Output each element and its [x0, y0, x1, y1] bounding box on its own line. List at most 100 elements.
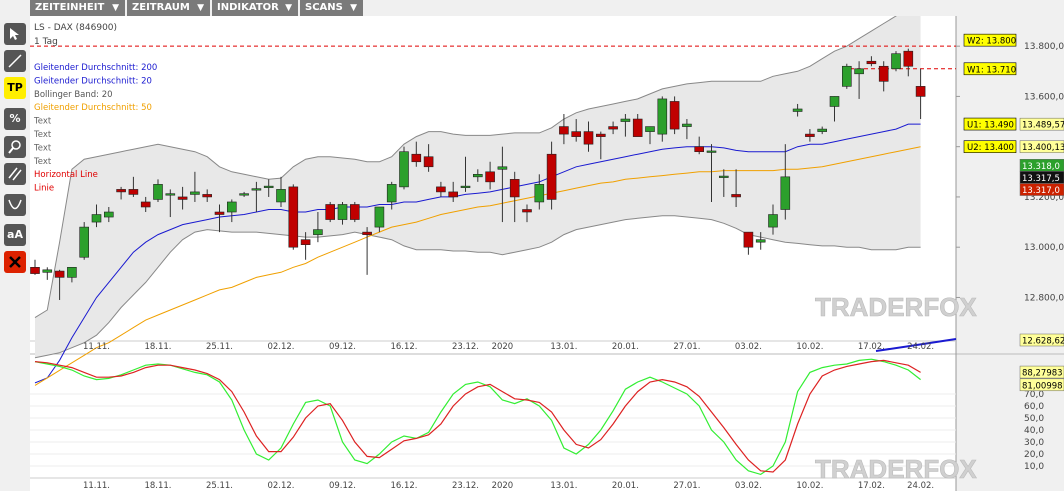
x-axis-label: 11.11.: [83, 481, 110, 491]
candle-body: [669, 101, 680, 130]
candle: [288, 184, 299, 250]
level-tag-text: W1: 13.710: [967, 65, 1016, 75]
axis-value-tag: 13.317,0: [1019, 183, 1064, 196]
candle-body: [817, 128, 828, 132]
x-axis-label: 02.12.: [267, 342, 294, 352]
magnifier-icon: [8, 140, 21, 154]
level-tag[interactable]: W2: 13.800: [963, 33, 1017, 47]
trendline-tool[interactable]: [4, 50, 26, 72]
candle-body: [239, 193, 249, 196]
x-axis-label: 27.01.: [673, 342, 700, 352]
candle: [399, 146, 409, 190]
candle-body: [374, 206, 385, 228]
candle-body: [559, 126, 569, 135]
legend-item[interactable]: Gleitender Durchschnitt: 200: [34, 63, 157, 73]
zoom-tool[interactable]: [4, 136, 26, 158]
osc-tick-label: 60,0: [1024, 402, 1044, 412]
x-axis-label: 20.01.: [612, 342, 639, 352]
candle-body: [362, 231, 372, 235]
candle-body: [829, 96, 840, 107]
axis-value-tag-text: 12.628,62: [1022, 337, 1064, 347]
axis-value-tags: 13.489,57 13.400,13 13.318,0 13.317,5 13.317…: [1019, 117, 1064, 391]
candle-body: [214, 211, 225, 215]
menu-scans[interactable]: SCANS ▼: [300, 0, 364, 16]
candle-body: [276, 189, 286, 203]
candle-body: [104, 211, 114, 218]
dropdown-arrow-icon: ▼: [350, 3, 357, 13]
oscillator-axis-ticks: 70,0 60,0 50,0 40,0 30,0 20,0 10,0: [1024, 390, 1044, 472]
cursor-tool[interactable]: [4, 23, 26, 45]
candle-body: [349, 204, 360, 220]
candle-body: [313, 229, 323, 235]
x-axis-label: 13.01.: [550, 342, 577, 352]
candle-body: [891, 53, 901, 70]
legend-item[interactable]: Text: [33, 143, 52, 153]
x-axis-label: 03.02.: [735, 342, 762, 352]
legend-item[interactable]: Text: [33, 130, 52, 140]
text-size-tool-label: aA: [7, 228, 23, 241]
level-tag[interactable]: W1: 13.710: [963, 62, 1017, 76]
text-size-tool[interactable]: aA: [4, 224, 26, 246]
main-x-axis-labels: 11.11. 18.11. 25.11. 02.12. 09.12. 16.12. 23.1…: [83, 342, 934, 352]
candle-body: [460, 185, 471, 188]
candle: [841, 63, 852, 89]
candle-body: [337, 204, 348, 220]
legend-item[interactable]: Gleitender Durchschnitt: 20: [34, 76, 152, 86]
level-tag-text: W2: 13.800: [967, 37, 1016, 47]
x-axis-label: 2020: [492, 342, 514, 352]
candle-body: [263, 185, 274, 188]
x-axis-label: 23.12.: [452, 481, 479, 491]
legend-item[interactable]: Text: [33, 157, 52, 167]
axis-value-tag: 13.317,5: [1019, 171, 1064, 184]
candle-body: [116, 189, 126, 193]
tp-tool[interactable]: TP: [4, 77, 26, 99]
arc-tool[interactable]: [4, 194, 26, 216]
legend-item[interactable]: Gleitender Durchschnitt: 50: [34, 103, 152, 113]
percent-tool[interactable]: %: [4, 108, 26, 130]
level-tag[interactable]: U1: 13.490: [963, 117, 1017, 131]
candle-body: [190, 191, 200, 195]
legend-item[interactable]: Text: [33, 117, 52, 127]
price-tick-label: 13.000,0: [1024, 243, 1064, 253]
delete-tool[interactable]: [4, 251, 26, 273]
legend-item[interactable]: Horizontal Line: [34, 170, 98, 180]
level-tags: W2: 13.800 W1: 13.710 U1: 13.490 U2: 13.400: [963, 33, 1017, 154]
axis-value-tag: 12.628,62: [1019, 333, 1064, 347]
candle-body: [202, 194, 212, 198]
menu-zeitraum[interactable]: ZEITRAUM ▼: [127, 0, 211, 16]
x-axis-label: 10.02.: [796, 342, 823, 352]
x-axis-label: 25.11.: [206, 342, 233, 352]
x-axis-label: 2020: [492, 481, 514, 491]
x-axis-label: 25.11.: [206, 481, 233, 491]
watermark-logo: TRADERFOX: [815, 292, 977, 322]
candle-body: [743, 231, 754, 248]
menu-zeiteinheit[interactable]: ZEITEINHEIT ▼: [30, 0, 126, 16]
chart-area[interactable]: TRADERFOX TRADERFOX 13.800,0 13.600,0 13.4…: [30, 16, 1064, 491]
arc-icon: [8, 199, 22, 210]
osc-tick-label: 70,0: [1024, 390, 1044, 400]
axis-value-tag-text: 13.400,13: [1022, 143, 1064, 153]
x-axis-label: 10.02.: [796, 481, 823, 491]
level-tag[interactable]: U2: 13.400: [963, 140, 1017, 154]
osc-tick-label: 50,0: [1024, 414, 1044, 424]
osc-value-tag-text: 81,00998: [1022, 381, 1063, 391]
parallel-lines-tool[interactable]: [4, 163, 26, 185]
candle-body: [682, 123, 692, 127]
candle-body: [436, 186, 446, 193]
menu-indikator[interactable]: INDIKATOR ▼: [212, 0, 299, 16]
candle-body: [694, 146, 705, 153]
trendline-icon: [8, 54, 22, 68]
x-axis-label: 18.11.: [144, 342, 171, 352]
legend-item[interactable]: Bollinger Band: 20: [34, 90, 113, 100]
candle-body: [534, 184, 545, 203]
watermark-logo: TRADERFOX: [815, 454, 977, 484]
x-axis-label: 17.02.: [858, 342, 885, 352]
top-menu-bar: ZEITEINHEIT ▼ ZEITRAUM ▼ INDIKATOR ▼ SCA…: [0, 0, 1064, 16]
percent-tool-label: %: [9, 112, 21, 125]
candle-body: [620, 118, 631, 122]
legend-item[interactable]: Linie: [34, 184, 54, 194]
osc-value-tag-text: 88,27983: [1022, 369, 1063, 379]
cursor-icon: [10, 28, 19, 40]
axis-value-tag: 13.318,0: [1019, 159, 1064, 172]
x-axis-label: 27.01.: [673, 481, 700, 491]
